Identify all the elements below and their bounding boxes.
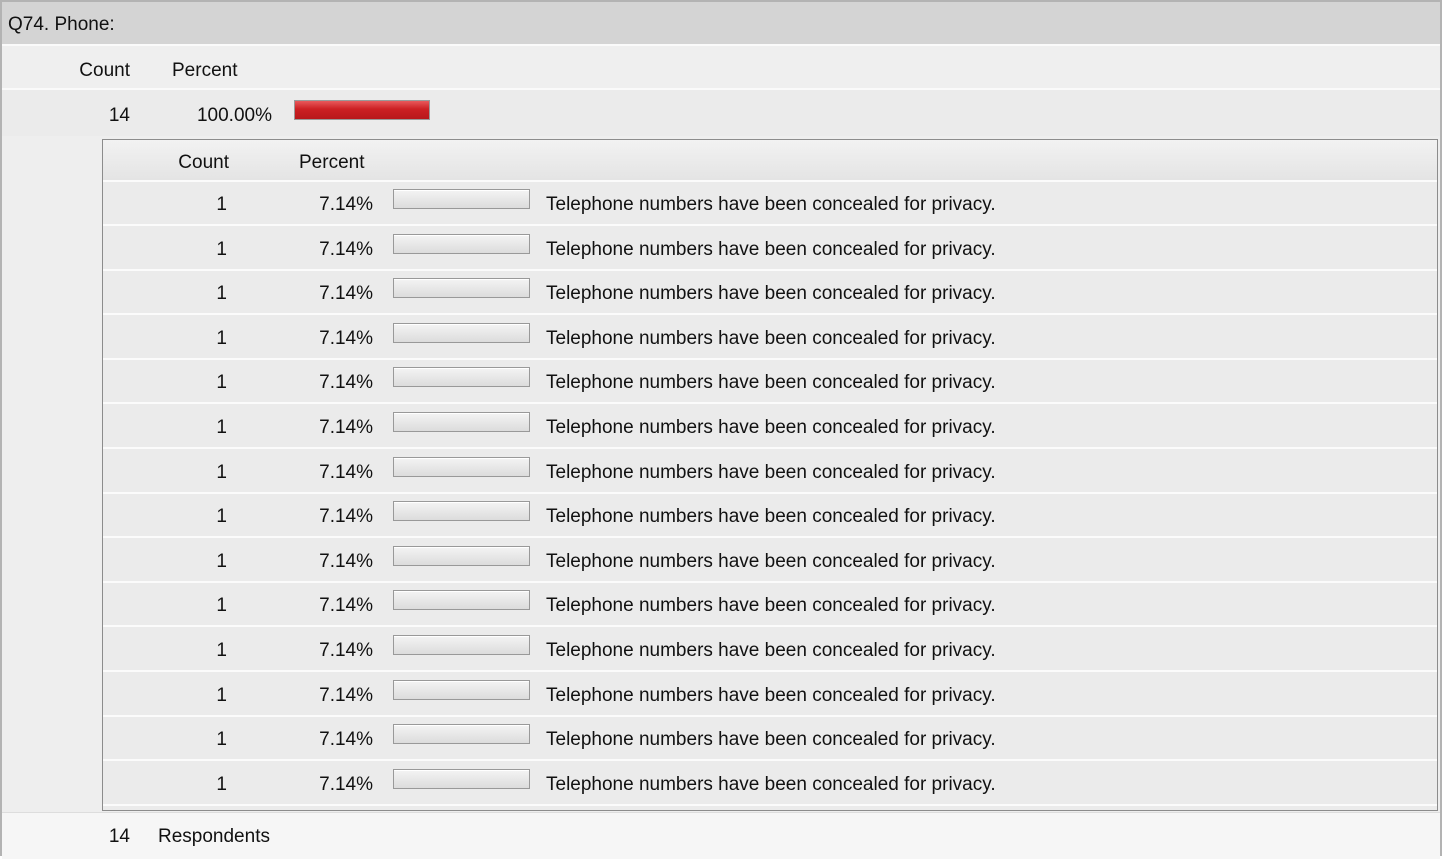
summary-count: 14 bbox=[108, 105, 130, 126]
row-percent-bar bbox=[393, 590, 530, 611]
row-text: Telephone numbers have been concealed fo… bbox=[546, 773, 996, 795]
row-percent-bar bbox=[393, 412, 530, 432]
respondents-footer: 14 Respondents bbox=[2, 812, 1440, 859]
summary-percent-header: Percent bbox=[172, 60, 238, 81]
row-text: Telephone numbers have been concealed fo… bbox=[546, 595, 996, 617]
row-count: 1 bbox=[216, 595, 227, 617]
row-count: 1 bbox=[216, 327, 227, 349]
row-count: 1 bbox=[216, 773, 227, 795]
table-row: 1 7.14% Telephone numbers have been concea… bbox=[103, 315, 1437, 360]
row-count: 1 bbox=[216, 640, 227, 661]
table-row: 1 7.14% Telephone numbers have been concea… bbox=[103, 226, 1437, 271]
row-percent-bar bbox=[393, 278, 530, 299]
table-row: 1 7.14% Telephone numbers have been concea… bbox=[103, 182, 1437, 226]
table-row: 1 7.14% Telephone numbers have been concea… bbox=[103, 672, 1437, 717]
table-row: 1 7.14% Telephone numbers have been concea… bbox=[103, 360, 1437, 405]
row-percent-bar bbox=[393, 679, 530, 700]
row-percent-bar bbox=[393, 635, 530, 655]
row-count: 1 bbox=[216, 461, 227, 483]
respondents-count: 14 bbox=[108, 826, 130, 847]
row-count: 1 bbox=[216, 684, 227, 706]
summary-header-row: Count Percent bbox=[2, 46, 1440, 88]
summary-percent-bar bbox=[294, 100, 430, 120]
detail-header-row: Count Percent bbox=[103, 140, 1437, 182]
summary-row: 14 100.00% bbox=[2, 90, 1440, 136]
row-percent-bar bbox=[393, 367, 530, 388]
row-percent-bar bbox=[393, 768, 530, 789]
row-text: Telephone numbers have been concealed fo… bbox=[546, 729, 996, 751]
row-percent-bar bbox=[393, 724, 530, 745]
row-count: 1 bbox=[216, 506, 227, 528]
row-percent: 7.14% bbox=[319, 729, 373, 751]
row-text: Telephone numbers have been concealed fo… bbox=[546, 506, 996, 528]
table-row: 1 7.14% Telephone numbers have been concea… bbox=[103, 271, 1437, 316]
row-text: Telephone numbers have been concealed fo… bbox=[546, 640, 996, 661]
row-text: Telephone numbers have been concealed fo… bbox=[546, 417, 996, 438]
row-percent: 7.14% bbox=[319, 550, 373, 572]
question-panel: Q74. Phone: Count Percent 14 100.00% Cou… bbox=[0, 0, 1442, 859]
question-title: Q74. Phone: bbox=[8, 14, 115, 35]
detail-percent-header: Percent bbox=[299, 152, 365, 173]
row-percent: 7.14% bbox=[319, 773, 373, 795]
row-count: 1 bbox=[216, 550, 227, 572]
row-percent: 7.14% bbox=[319, 506, 373, 528]
row-percent-bar bbox=[393, 501, 530, 522]
table-row: 1 7.14% Telephone numbers have been concea… bbox=[103, 538, 1437, 583]
table-row: 1 7.14% Telephone numbers have been concea… bbox=[103, 761, 1437, 806]
row-text: Telephone numbers have been concealed fo… bbox=[546, 372, 996, 394]
table-row: 1 7.14% Telephone numbers have been concea… bbox=[103, 583, 1437, 628]
summary-percent: 100.00% bbox=[196, 105, 272, 126]
table-row: 1 7.14% Telephone numbers have been concea… bbox=[103, 628, 1437, 672]
row-percent-bar bbox=[393, 189, 530, 209]
row-percent-bar bbox=[393, 545, 530, 566]
question-header: Q74. Phone: bbox=[2, 2, 1440, 44]
row-count: 1 bbox=[216, 238, 227, 260]
row-percent-bar bbox=[393, 456, 530, 477]
row-percent: 7.14% bbox=[319, 327, 373, 349]
row-percent: 7.14% bbox=[319, 238, 373, 260]
row-count: 1 bbox=[216, 372, 227, 394]
row-text: Telephone numbers have been concealed fo… bbox=[546, 194, 996, 215]
summary-percent-bar-fill bbox=[295, 101, 429, 119]
row-text: Telephone numbers have been concealed fo… bbox=[546, 550, 996, 572]
row-text: Telephone numbers have been concealed fo… bbox=[546, 238, 996, 260]
row-text: Telephone numbers have been concealed fo… bbox=[546, 283, 996, 305]
row-text: Telephone numbers have been concealed fo… bbox=[546, 684, 996, 706]
row-percent: 7.14% bbox=[319, 595, 373, 617]
row-count: 1 bbox=[216, 283, 227, 305]
detail-table: Count Percent 1 7.14% Telephone numbers ha… bbox=[102, 139, 1438, 811]
row-text: Telephone numbers have been concealed fo… bbox=[546, 327, 996, 349]
table-row: 1 7.14% Telephone numbers have been concea… bbox=[103, 405, 1437, 449]
summary-count-header: Count bbox=[79, 60, 130, 81]
table-row: 1 7.14% Telephone numbers have been concea… bbox=[103, 494, 1437, 539]
row-count: 1 bbox=[216, 729, 227, 751]
row-count: 1 bbox=[216, 194, 227, 215]
row-count: 1 bbox=[216, 417, 227, 438]
row-percent-bar bbox=[393, 322, 530, 343]
row-percent: 7.14% bbox=[319, 640, 373, 661]
row-percent: 7.14% bbox=[319, 461, 373, 483]
row-text: Telephone numbers have been concealed fo… bbox=[546, 461, 996, 483]
row-percent: 7.14% bbox=[319, 684, 373, 706]
row-percent: 7.14% bbox=[319, 417, 373, 438]
detail-count-header: Count bbox=[178, 152, 229, 173]
row-percent: 7.14% bbox=[319, 372, 373, 394]
respondents-label: Respondents bbox=[158, 826, 270, 847]
row-percent: 7.14% bbox=[319, 194, 373, 215]
row-percent: 7.14% bbox=[319, 283, 373, 305]
table-row: 1 7.14% Telephone numbers have been concea… bbox=[103, 449, 1437, 494]
table-row: 1 7.14% Telephone numbers have been concea… bbox=[103, 717, 1437, 762]
row-percent-bar bbox=[393, 233, 530, 254]
